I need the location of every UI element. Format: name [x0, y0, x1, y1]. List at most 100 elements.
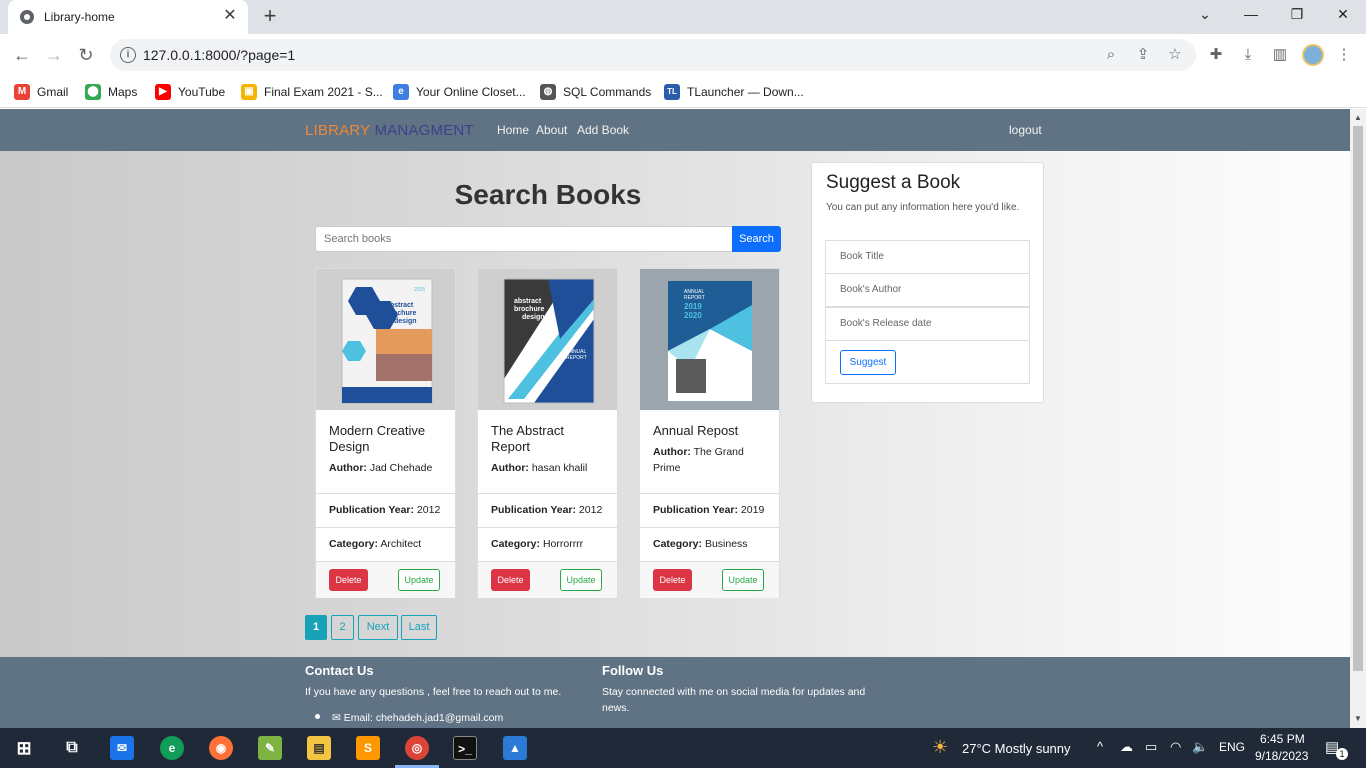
- book-year: Publication Year: 2019: [640, 493, 779, 527]
- weather-text[interactable]: 27°C Mostly sunny: [962, 741, 1071, 756]
- book-actions: Delete Update: [316, 561, 455, 598]
- book-title: The Abstract Report: [491, 423, 564, 454]
- book-title-field[interactable]: Book Title: [825, 240, 1030, 274]
- svg-text:2019: 2019: [684, 302, 702, 311]
- chrome-icon[interactable]: ◎: [405, 736, 429, 760]
- nav-about[interactable]: About: [536, 123, 567, 137]
- bookmark-gmail[interactable]: M Gmail: [14, 82, 68, 102]
- clock-date[interactable]: 9/18/2023: [1255, 749, 1308, 763]
- extensions-icon[interactable]: ✚: [1206, 45, 1226, 65]
- site-brand[interactable]: LIBRARY MANAGMENT: [305, 122, 474, 139]
- page-title: Search Books: [454, 179, 642, 210]
- contact-title: Contact Us: [305, 663, 374, 678]
- volume-icon[interactable]: 🔈: [1192, 739, 1208, 755]
- photos-icon[interactable]: ▲: [503, 736, 527, 760]
- scroll-thumb[interactable]: [1353, 126, 1363, 671]
- book-year: Publication Year: 2012: [478, 493, 617, 527]
- update-button[interactable]: Update: [398, 569, 440, 591]
- delete-button[interactable]: Delete: [491, 569, 530, 591]
- book-author: Author: The Grand Prime: [653, 446, 744, 474]
- book-author: Author: Jad Chehade: [329, 462, 433, 474]
- mail-icon[interactable]: ✉: [110, 736, 134, 760]
- download-icon[interactable]: ⤓: [1238, 45, 1258, 65]
- classroom-icon: ▣: [241, 84, 257, 100]
- site-navbar: LIBRARY MANAGMENT Home About Add Book lo…: [0, 109, 1350, 151]
- bookmark-final-exam[interactable]: ▣ Final Exam 2021 - S...: [241, 82, 383, 102]
- tray-chevron-icon[interactable]: ^: [1097, 739, 1103, 754]
- bookmark-star-icon[interactable]: ☆: [1166, 46, 1184, 64]
- bookmark-online-closet[interactable]: e Your Online Closet...: [393, 82, 526, 102]
- language-indicator[interactable]: ENG: [1219, 740, 1245, 754]
- delete-button[interactable]: Delete: [653, 569, 692, 591]
- nav-home[interactable]: Home: [497, 123, 529, 137]
- browser-tab[interactable]: Library-home ✕: [8, 0, 248, 34]
- globe-icon: [20, 10, 34, 24]
- notification-badge: 1: [1336, 748, 1348, 760]
- profile-avatar[interactable]: [1302, 44, 1324, 66]
- cloud-icon[interactable]: ☁: [1120, 739, 1133, 755]
- new-tab-button[interactable]: +: [258, 4, 282, 28]
- share-icon[interactable]: ⇪: [1134, 46, 1152, 64]
- nav-logout[interactable]: logout: [1009, 123, 1042, 137]
- page-viewport: LIBRARY MANAGMENT Home About Add Book lo…: [0, 109, 1350, 728]
- delete-button[interactable]: Delete: [329, 569, 368, 591]
- forward-icon[interactable]: →: [42, 43, 66, 67]
- address-bar[interactable]: i 127.0.0.1:8000/?page=1 ⌕ ⇪ ☆: [110, 39, 1196, 71]
- search-button[interactable]: Search: [732, 226, 781, 252]
- maps-icon: ⬤: [85, 84, 101, 100]
- menu-dots-icon[interactable]: ⋮: [1334, 45, 1354, 65]
- youtube-icon: ▶: [155, 84, 171, 100]
- update-button[interactable]: Update: [722, 569, 764, 591]
- next-page-button[interactable]: Next: [358, 615, 398, 640]
- edge-icon[interactable]: e: [160, 736, 184, 760]
- reload-icon[interactable]: ↻: [74, 43, 98, 67]
- svg-text:REPORT: REPORT: [566, 355, 587, 361]
- page-scrollbar[interactable]: ▲ ▼: [1350, 109, 1366, 728]
- scroll-down-icon[interactable]: ▼: [1353, 714, 1363, 723]
- book-cover-image: ANNUAL REPORT 2019 2020: [640, 269, 779, 410]
- book-year: Publication Year: 2012: [316, 493, 455, 527]
- email-link[interactable]: ✉ Email: chehadeh.jad1@gmail.com: [332, 710, 503, 726]
- page-2-button[interactable]: 2: [331, 615, 354, 640]
- book-card: ANNUAL REPORT 2019 2020 Annual Repost Au…: [639, 268, 780, 598]
- close-window-button[interactable]: ✕: [1320, 0, 1366, 30]
- file-explorer-icon[interactable]: ▤: [307, 736, 331, 760]
- search-input[interactable]: [315, 226, 733, 252]
- clock-time[interactable]: 6:45 PM: [1260, 732, 1305, 746]
- book-author-field[interactable]: Book's Author: [825, 273, 1030, 307]
- tab-search-icon[interactable]: ⌄: [1182, 0, 1228, 30]
- site-info-icon[interactable]: i: [120, 47, 136, 63]
- zoom-icon[interactable]: ⌕: [1102, 46, 1120, 64]
- suggest-button[interactable]: Suggest: [840, 350, 896, 375]
- svg-text:brochure: brochure: [514, 306, 544, 313]
- wifi-icon[interactable]: ◠: [1170, 739, 1181, 755]
- list-bullet: [315, 714, 320, 719]
- side-panel-icon[interactable]: ▥: [1270, 45, 1290, 65]
- tlauncher-icon: TL: [664, 84, 680, 100]
- bookmark-tlauncher[interactable]: TL TLauncher — Down...: [664, 82, 804, 102]
- task-view-icon[interactable]: ⧉: [60, 736, 84, 760]
- sublime-icon[interactable]: S: [356, 736, 380, 760]
- bookmark-maps[interactable]: ⬤ Maps: [85, 82, 137, 102]
- bookmark-youtube[interactable]: ▶ YouTube: [155, 82, 225, 102]
- terminal-icon[interactable]: >_: [453, 736, 477, 760]
- url-text[interactable]: 127.0.0.1:8000/?page=1: [143, 47, 295, 63]
- close-tab-icon[interactable]: ✕: [220, 6, 240, 26]
- site-footer: Contact Us If you have any questions , f…: [0, 657, 1350, 728]
- page-1-button[interactable]: 1: [305, 615, 327, 640]
- nav-add-book[interactable]: Add Book: [577, 123, 629, 137]
- back-icon[interactable]: ←: [10, 43, 34, 67]
- windows-taskbar: ⊞ ⧉ ✉ e ◉ ✎ ▤ S ◎ >_ ▲ ☀ 27°C Mostly sun…: [0, 728, 1366, 768]
- restore-button[interactable]: ❐: [1274, 0, 1320, 30]
- start-icon[interactable]: ⊞: [12, 736, 36, 760]
- weather-icon[interactable]: ☀: [932, 737, 948, 758]
- scroll-up-icon[interactable]: ▲: [1353, 113, 1363, 122]
- update-button[interactable]: Update: [560, 569, 602, 591]
- bookmark-sql-commands[interactable]: ◍ SQL Commands: [540, 82, 651, 102]
- last-page-button[interactable]: Last: [401, 615, 437, 640]
- book-release-date-field[interactable]: Book's Release date: [825, 307, 1030, 341]
- notepad-icon[interactable]: ✎: [258, 736, 282, 760]
- minimize-button[interactable]: —: [1228, 0, 1274, 30]
- battery-icon[interactable]: ▭: [1145, 739, 1157, 755]
- firefox-icon[interactable]: ◉: [209, 736, 233, 760]
